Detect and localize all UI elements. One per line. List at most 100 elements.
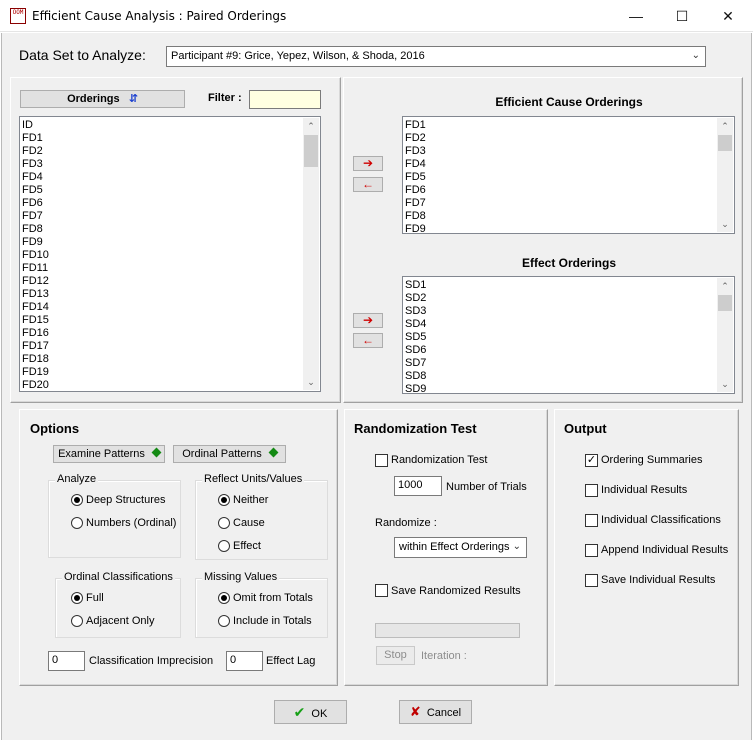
stop-button[interactable]: Stop <box>376 646 415 665</box>
dataset-select[interactable]: Participant #9: Grice, Yepez, Wilson, & … <box>166 46 706 67</box>
arrow-right-icon: ➔ <box>362 313 374 327</box>
ok-button[interactable]: ✔ OK <box>274 700 347 724</box>
list-item[interactable]: FD17 <box>22 340 49 353</box>
dataset-value: Participant #9: Grice, Yepez, Wilson, & … <box>171 50 425 62</box>
maximize-button[interactable]: ☐ <box>659 0 705 32</box>
list-item[interactable]: FD2 <box>405 132 426 145</box>
orderings-list[interactable]: ID FD1 FD2 FD3 FD4 FD5 FD6 FD7 FD8 FD9 FD10 FD11 FD1… <box>19 116 321 392</box>
individual-results-checkbox[interactable] <box>585 484 598 497</box>
scroll-up-icon[interactable]: ⌃ <box>717 118 733 134</box>
scroll-down-icon[interactable]: ⌄ <box>717 216 733 232</box>
effect-list[interactable]: SD1 SD2 SD3 SD4 SD5 SD6 SD7 SD8 SD9 ⌃ ⌄ <box>402 276 735 394</box>
list-item[interactable]: FD5 <box>405 171 426 184</box>
arrow-right-icon: ➔ <box>362 156 374 170</box>
list-item[interactable]: FD3 <box>22 158 49 171</box>
scroll-up-icon[interactable]: ⌃ <box>717 278 733 294</box>
radio-numbers-ordinal[interactable] <box>71 517 83 529</box>
remove-effect-button[interactable]: ← <box>353 333 383 348</box>
include-in-totals-label: Include in Totals <box>233 615 312 627</box>
add-effect-button[interactable]: ➔ <box>353 313 383 328</box>
list-item[interactable]: ID <box>22 119 49 132</box>
examine-patterns-button[interactable]: Examine Patterns <box>53 445 165 463</box>
radio-full[interactable] <box>71 592 83 604</box>
save-randomized-checkbox[interactable] <box>375 584 388 597</box>
output-title: Output <box>564 421 607 436</box>
list-item[interactable]: FD20 <box>22 379 49 391</box>
save-randomized-label: Save Randomized Results <box>391 585 521 597</box>
efficient-cause-scrollbar[interactable]: ⌃ ⌄ <box>717 118 733 232</box>
list-item[interactable]: FD1 <box>22 132 49 145</box>
list-item[interactable]: SD2 <box>405 292 426 305</box>
list-item[interactable]: FD8 <box>405 210 426 223</box>
scroll-down-icon[interactable]: ⌄ <box>717 376 733 392</box>
list-item[interactable]: FD15 <box>22 314 49 327</box>
trials-input[interactable]: 1000 <box>394 476 442 496</box>
add-efficient-cause-button[interactable]: ➔ <box>353 156 383 171</box>
list-item[interactable]: FD8 <box>22 223 49 236</box>
scroll-up-icon[interactable]: ⌃ <box>303 118 319 134</box>
orderings-sort-button[interactable]: Orderings ⇵ <box>20 90 185 108</box>
list-item[interactable]: FD19 <box>22 366 49 379</box>
list-item[interactable]: FD14 <box>22 301 49 314</box>
list-item[interactable]: SD4 <box>405 318 426 331</box>
list-item[interactable]: SD6 <box>405 344 426 357</box>
radio-neither[interactable] <box>218 494 230 506</box>
list-item[interactable]: FD7 <box>405 197 426 210</box>
effect-scrollbar[interactable]: ⌃ ⌄ <box>717 278 733 392</box>
filter-input[interactable] <box>249 90 321 109</box>
list-item[interactable]: FD11 <box>22 262 49 275</box>
list-item[interactable]: SD9 <box>405 383 426 393</box>
list-item[interactable]: FD13 <box>22 288 49 301</box>
save-individual-results-checkbox[interactable] <box>585 574 598 587</box>
close-button[interactable]: ✕ <box>705 0 751 32</box>
list-item[interactable]: FD2 <box>22 145 49 158</box>
scroll-thumb[interactable] <box>718 295 732 311</box>
radio-include-in-totals[interactable] <box>218 615 230 627</box>
randomization-test-checkbox[interactable] <box>375 454 388 467</box>
list-item[interactable]: FD3 <box>405 145 426 158</box>
title-bar[interactable]: OOM Efficient Cause Analysis : Paired Or… <box>0 0 753 32</box>
list-item[interactable]: FD9 <box>22 236 49 249</box>
radio-deep-structures[interactable] <box>71 494 83 506</box>
list-item[interactable]: FD6 <box>405 184 426 197</box>
classification-imprecision-input[interactable]: 0 <box>48 651 85 671</box>
efficient-cause-list[interactable]: FD1 FD2 FD3 FD4 FD5 FD6 FD7 FD8 FD9 ⌃ ⌄ <box>402 116 735 234</box>
list-item[interactable]: FD4 <box>22 171 49 184</box>
filter-label: Filter : <box>208 92 242 104</box>
radio-omit-from-totals[interactable] <box>218 592 230 604</box>
append-individual-results-checkbox[interactable] <box>585 544 598 557</box>
scroll-thumb[interactable] <box>304 135 318 167</box>
effect-lag-input[interactable]: 0 <box>226 651 263 671</box>
orderings-scrollbar[interactable]: ⌃ ⌄ <box>303 118 319 390</box>
list-item[interactable]: FD5 <box>22 184 49 197</box>
minimize-button[interactable]: — <box>613 0 659 32</box>
list-item[interactable]: SD5 <box>405 331 426 344</box>
list-item[interactable]: SD1 <box>405 279 426 292</box>
radio-effect[interactable] <box>218 540 230 552</box>
list-item[interactable]: FD9 <box>405 223 426 233</box>
individual-classifications-checkbox[interactable] <box>585 514 598 527</box>
list-item[interactable]: FD6 <box>22 197 49 210</box>
scroll-down-icon[interactable]: ⌄ <box>303 374 319 390</box>
ordering-summaries-checkbox[interactable]: ✓ <box>585 454 598 467</box>
remove-efficient-cause-button[interactable]: ← <box>353 177 383 192</box>
list-item[interactable]: FD4 <box>405 158 426 171</box>
randomize-select[interactable]: within Effect Orderings ⌄ <box>394 537 527 558</box>
sort-icon: ⇵ <box>128 93 138 105</box>
ordinal-patterns-button[interactable]: Ordinal Patterns <box>173 445 286 463</box>
list-item[interactable]: FD12 <box>22 275 49 288</box>
radio-adjacent-only[interactable] <box>71 615 83 627</box>
list-item[interactable]: SD3 <box>405 305 426 318</box>
list-item[interactable]: FD10 <box>22 249 49 262</box>
list-item[interactable]: FD1 <box>405 119 426 132</box>
list-item[interactable]: FD7 <box>22 210 49 223</box>
trials-label: Number of Trials <box>446 481 527 493</box>
list-item[interactable]: SD8 <box>405 370 426 383</box>
list-item[interactable]: SD7 <box>405 357 426 370</box>
randomize-value: within Effect Orderings <box>399 541 510 553</box>
scroll-thumb[interactable] <box>718 135 732 151</box>
cancel-button[interactable]: ✘ Cancel <box>399 700 472 724</box>
radio-cause[interactable] <box>218 517 230 529</box>
list-item[interactable]: FD16 <box>22 327 49 340</box>
list-item[interactable]: FD18 <box>22 353 49 366</box>
